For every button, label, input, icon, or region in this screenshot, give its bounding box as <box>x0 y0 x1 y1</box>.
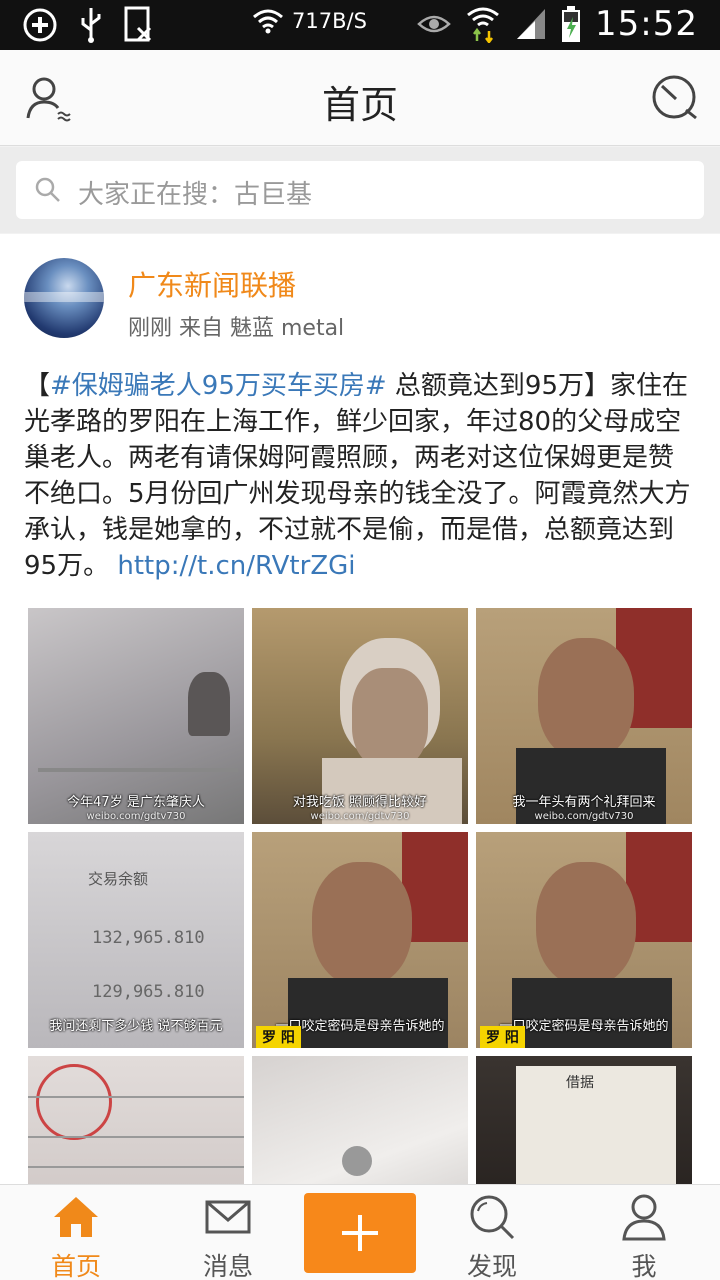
image-caption: 对我吃饭 照顾得比较好 <box>292 795 428 810</box>
wifi-icon <box>253 9 283 34</box>
bottom-nav: 首页 消息 发现 我 <box>0 1184 720 1280</box>
add-circle-icon <box>23 8 57 42</box>
post-image-6[interactable]: 一口咬定密码是母亲告诉她的 罗 阳 <box>476 832 692 1048</box>
home-icon <box>54 1197 98 1237</box>
eye-icon <box>417 15 451 33</box>
search-area: 大家正在搜：古巨基 <box>0 147 720 233</box>
nav-label-home: 首页 <box>50 1252 101 1280</box>
text-body: 总额竟达到95万】家住在光孝路的罗阳在上海工作，鲜少回家，年过80的父母成空巢老… <box>24 371 691 581</box>
text-open: 【 <box>24 371 51 401</box>
image-watermark: weibo.com/gdtv730 <box>310 811 410 822</box>
post-image-4[interactable]: 交易余额 132,965.810 129,965.810 我问还剩下多少钱 说不… <box>28 832 244 1048</box>
post-image-3[interactable]: 我一年头有两个礼拜回来 weibo.com/gdtv730 <box>476 608 692 824</box>
image-caption: 我问还剩下多少钱 说不够百元 <box>49 1019 223 1034</box>
post-text: 【#保姆骗老人95万买车买房# 总额竟达到95万】家住在光孝路的罗阳在上海工作，… <box>24 368 696 584</box>
nav-home[interactable]: 首页 <box>16 1185 136 1280</box>
image-note-title: 借据 <box>566 1075 594 1091</box>
battery-charging-icon <box>562 6 581 42</box>
status-bar: 717B/S 15:52 <box>0 0 720 50</box>
status-left-icons <box>22 6 154 44</box>
post-image-1[interactable]: 今年47岁 是广东肇庆人 weibo.com/gdtv730 <box>28 608 244 824</box>
mail-icon <box>205 1200 251 1234</box>
image-name-tag: 罗 阳 <box>256 1026 301 1048</box>
image-watermark: weibo.com/gdtv730 <box>534 811 634 822</box>
nav-me[interactable]: 我 <box>584 1185 704 1280</box>
post-link[interactable]: http://t.cn/RVtrZGi <box>117 551 355 581</box>
status-center: 717B/S <box>252 8 367 34</box>
document-x-icon <box>124 6 152 42</box>
nav-label-messages: 消息 <box>202 1252 253 1280</box>
image-caption: 今年47岁 是广东肇庆人 <box>67 795 205 810</box>
post-image-8[interactable] <box>252 1056 468 1184</box>
page-title: 首页 <box>321 83 398 127</box>
clock: 15:52 <box>595 4 698 44</box>
wifi-data-icon <box>467 7 499 43</box>
nav-label-discover: 发现 <box>466 1252 517 1280</box>
post-image-9[interactable]: 借据 <box>476 1056 692 1184</box>
net-speed: 717B/S <box>292 9 367 33</box>
usb-icon <box>81 8 101 43</box>
radar-icon[interactable] <box>650 72 700 122</box>
post-image-2[interactable]: 对我吃饭 照顾得比较好 weibo.com/gdtv730 <box>252 608 468 824</box>
avatar[interactable] <box>24 258 104 338</box>
plus-icon <box>342 1215 378 1251</box>
post-hashtag[interactable]: #保姆骗老人95万买车买房# <box>50 371 387 401</box>
image-watermark: weibo.com/gdtv730 <box>86 811 186 822</box>
post-image-7[interactable] <box>28 1056 244 1184</box>
profile-icon <box>622 1194 666 1241</box>
post-meta: 刚刚 来自 魅蓝 metal <box>128 316 345 341</box>
post-author[interactable]: 广东新闻联播 <box>128 264 296 304</box>
post-image-5[interactable]: 一口咬定密码是母亲告诉她的 罗 阳 <box>252 832 468 1048</box>
image-text-label: 交易余额 <box>88 870 149 888</box>
app-header: 首页 <box>0 50 720 146</box>
compose-button[interactable] <box>304 1193 416 1273</box>
search-placeholder: 大家正在搜：古巨基 <box>78 180 313 210</box>
image-text-number: 129,965.810 <box>92 982 205 1002</box>
feed-post[interactable]: 广东新闻联播 刚刚 来自 魅蓝 metal 【#保姆骗老人95万买车买房# 总额… <box>0 234 720 1184</box>
image-caption: 我一年头有两个礼拜回来 <box>512 795 656 810</box>
search-input[interactable]: 大家正在搜：古巨基 <box>16 161 704 219</box>
discover-search-icon <box>470 1195 515 1240</box>
search-icon <box>35 177 60 202</box>
signal-icon <box>517 9 546 39</box>
nav-label-me: 我 <box>631 1252 657 1280</box>
nav-messages[interactable]: 消息 <box>168 1185 288 1280</box>
nav-discover[interactable]: 发现 <box>432 1185 552 1280</box>
status-right-icons: 15:52 <box>417 4 698 44</box>
image-text-number: 132,965.810 <box>92 928 205 948</box>
image-name-tag: 罗 阳 <box>480 1026 525 1048</box>
